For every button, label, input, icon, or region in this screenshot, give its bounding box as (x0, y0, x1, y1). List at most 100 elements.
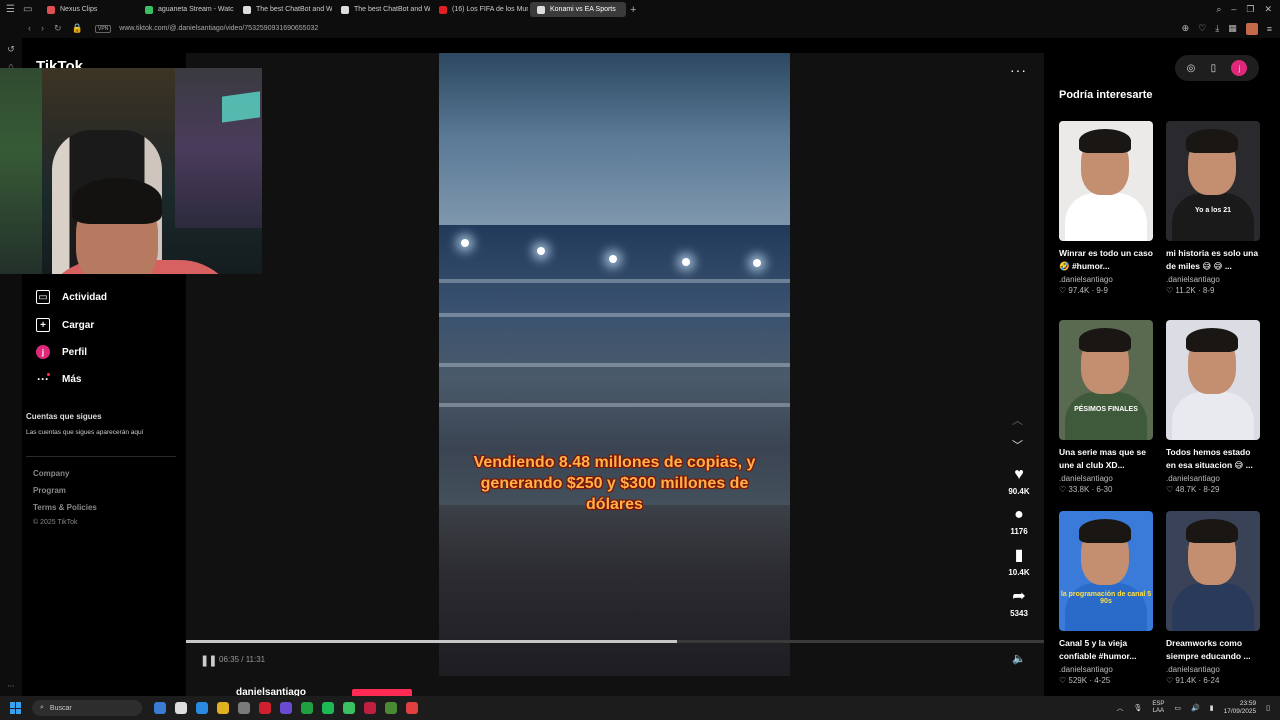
video-options-button[interactable]: ··· (1010, 62, 1027, 78)
back-icon[interactable]: ‹ (28, 23, 31, 34)
battery-icon[interactable]: ▮ (1210, 704, 1214, 712)
footer-link-company[interactable]: Company (33, 469, 69, 478)
windows-start-icon[interactable] (10, 702, 22, 714)
phone-icon[interactable]: ▯ (1211, 63, 1217, 74)
card-date: 6-30 (1096, 485, 1113, 494)
new-tab-icon[interactable]: + (630, 4, 636, 16)
divider (26, 456, 176, 457)
footer-link-terms[interactable]: Terms & Policies (33, 503, 97, 512)
forward-icon[interactable]: › (41, 23, 44, 34)
volume-icon[interactable]: 🔈 (1012, 652, 1026, 665)
card-author: .danielsantiago (1059, 275, 1113, 284)
nav-item-upload[interactable]: + Cargar (36, 318, 94, 332)
spotify-icon[interactable] (322, 702, 334, 714)
comment-button[interactable]: ● 1176 (1002, 505, 1036, 536)
minecraft-icon[interactable] (385, 702, 397, 714)
file-explorer-icon[interactable] (217, 702, 229, 714)
compass-icon[interactable]: ◎ (1187, 63, 1196, 74)
bookmark-icon[interactable]: ♡ (1198, 23, 1206, 34)
discord-icon[interactable] (280, 702, 292, 714)
video-thumbnail[interactable] (1166, 511, 1260, 631)
browser-tab[interactable]: Nexus Clips (40, 2, 136, 17)
download-icon[interactable]: ⤓ (1215, 23, 1219, 34)
browser-tab[interactable]: The best ChatBot and W (334, 2, 430, 17)
language-indicator[interactable]: ESP LAA (1152, 701, 1164, 714)
webcam-overlay (0, 68, 262, 274)
window-menu-icon[interactable]: ☰ (6, 4, 15, 15)
share-button[interactable]: ➦ 5343 (1002, 587, 1036, 618)
app-icon[interactable] (238, 702, 250, 714)
recommendation-card[interactable]: la programación de canal 5 90s Canal 5 y … (1059, 511, 1153, 685)
extensions-icon[interactable]: ▦ (1228, 23, 1237, 34)
search-icon[interactable]: ⌕ (1216, 4, 1221, 15)
like-button[interactable]: ♥ 90.4K (1002, 465, 1036, 496)
video-thumbnail[interactable] (1166, 320, 1260, 440)
thumbnail-hair (1186, 328, 1238, 352)
restore-icon[interactable]: ❐ (1246, 4, 1254, 15)
store-icon[interactable] (175, 702, 187, 714)
video-thumbnail[interactable]: la programación de canal 5 90s (1059, 511, 1153, 631)
browser-profile-avatar[interactable] (1245, 22, 1258, 35)
browser-tab[interactable]: (16) Los FIFA de los Mun (432, 2, 528, 17)
author-name[interactable]: danielsantiago (236, 687, 306, 696)
browser-tab[interactable]: Konami vs EA Sports (530, 2, 626, 17)
zoom-icon[interactable]: ⊕ (1182, 23, 1190, 34)
recommendation-card[interactable]: Dreamworks como siempre educando ... .dan… (1166, 511, 1260, 685)
nav-item-profile[interactable]: j Perfil (36, 345, 87, 359)
card-likes: 33.8K (1068, 485, 1090, 494)
recommendation-card[interactable]: PÉSIMOS FINALES Una serie mas que se une … (1059, 320, 1153, 494)
taskbar-search[interactable]: ⌕ Buscar (32, 700, 142, 716)
network-icon[interactable]: ▭ (1174, 704, 1181, 712)
widgets-icon[interactable] (154, 702, 166, 714)
card-title: mi historia es solo una de miles 😅 😅 ... (1166, 248, 1259, 271)
footer-link-program[interactable]: Program (33, 486, 66, 495)
nav-item-label: Más (62, 373, 82, 385)
close-icon[interactable]: ✕ (1264, 4, 1272, 15)
notifications-icon[interactable]: ▯ (1266, 704, 1270, 712)
video-player[interactable]: Vendiendo 8.48 millones de copias, y gen… (439, 53, 790, 676)
minimize-icon[interactable]: – (1231, 4, 1236, 15)
xbox-icon[interactable] (301, 702, 313, 714)
video-thumbnail[interactable]: Yo a los 21 (1166, 121, 1260, 241)
outlook-icon[interactable] (196, 702, 208, 714)
card-likes: 97.4K (1068, 286, 1090, 295)
opera-icon[interactable] (259, 702, 271, 714)
nav-item-more[interactable]: ··· Más (36, 372, 81, 386)
play-icon[interactable] (343, 702, 355, 714)
speaker-icon[interactable]: 🔊 (1191, 704, 1200, 712)
video-progress-bar[interactable] (186, 640, 1044, 643)
tab-label: Nexus Clips (60, 6, 98, 13)
url-field[interactable]: www.tiktok.com/@.danielsantiago/video/75… (119, 25, 318, 32)
save-button[interactable]: ▮ 10.4K (1002, 546, 1036, 577)
video-thumbnail[interactable]: PÉSIMOS FINALES (1059, 320, 1153, 440)
thumbnail-hair (1079, 519, 1131, 543)
recommendation-card[interactable]: Winrar es todo un caso 🤣 #humor... .danie… (1059, 121, 1153, 295)
next-video-icon[interactable]: ﹀ (1012, 437, 1023, 453)
browser-tab[interactable]: aguaneta Stream - Watch (138, 2, 234, 17)
recorder-icon[interactable] (364, 702, 376, 714)
tab-overview-icon[interactable]: ▭ (23, 4, 32, 15)
obs-icon[interactable] (406, 702, 418, 714)
following-empty-text: Las cuentas que sigues aparecerán aquí (26, 429, 144, 436)
card-meta: ♡ 529K · 4-25 (1059, 676, 1153, 685)
stadium-light (461, 239, 469, 247)
follow-button[interactable] (352, 689, 412, 696)
browser-menu-icon[interactable]: ≡ (1267, 24, 1272, 34)
reload-icon[interactable]: ↻ (54, 23, 62, 34)
tray-chevron-icon[interactable]: ︿ (1116, 703, 1123, 713)
pause-icon[interactable]: ❚❚ (200, 654, 217, 667)
nav-item-activity[interactable]: ▭ Actividad (36, 290, 107, 304)
thumbnail-hair (1079, 129, 1131, 153)
clock[interactable]: 23:59 17/09/2025 (1224, 700, 1257, 716)
previous-video-icon[interactable]: ︿ (1012, 412, 1023, 428)
recommendation-card[interactable]: Todos hemos estado en esa situacion 😅 ..… (1166, 320, 1260, 494)
sidebar-settings-icon[interactable]: ⋯ (0, 682, 22, 690)
user-avatar[interactable]: j (1231, 60, 1248, 76)
video-thumbnail[interactable] (1059, 121, 1153, 241)
vpn-badge[interactable]: VPN (95, 24, 112, 33)
history-icon[interactable]: ↺ (0, 44, 22, 55)
mic-icon[interactable]: 🎙 (1133, 704, 1142, 712)
system-tray: ︿ 🎙 ESP LAA ▭ 🔊 ▮ 23:59 17/09/2025 ▯ (1116, 700, 1280, 716)
browser-tab[interactable]: The best ChatBot and W (236, 2, 332, 17)
recommendation-card[interactable]: Yo a los 21 mi historia es solo una de mi… (1166, 121, 1260, 295)
